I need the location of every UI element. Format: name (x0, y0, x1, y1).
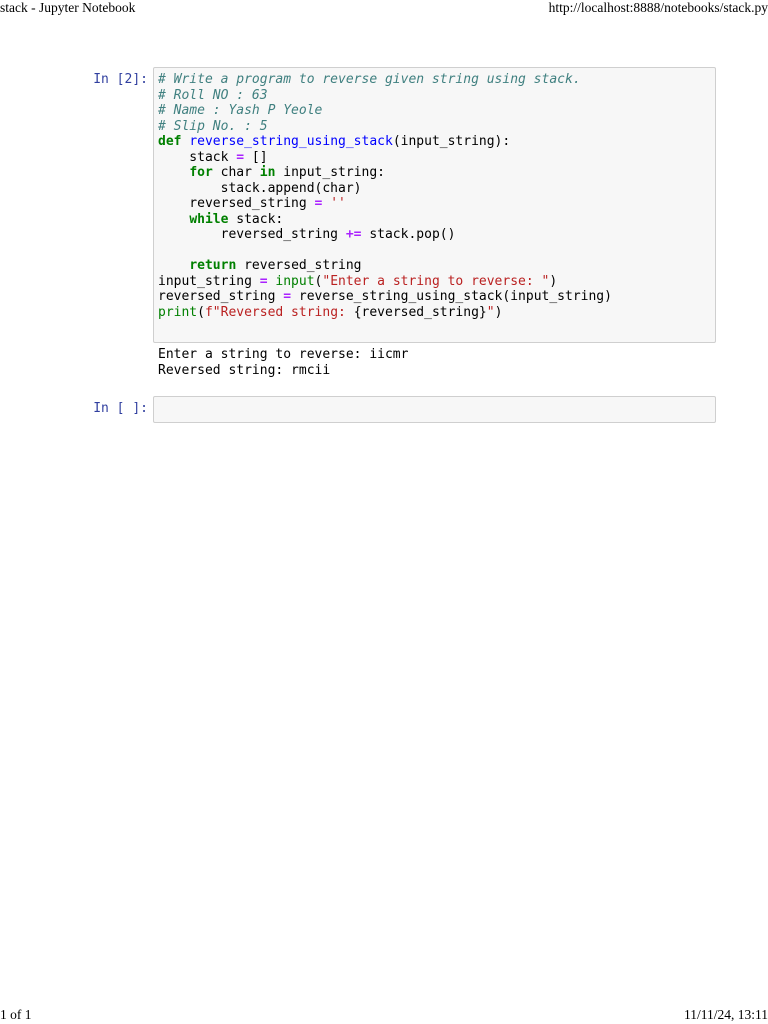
print-header-title: stack - Jupyter Notebook (0, 0, 136, 15)
code-line-1: # Write a program to reverse given strin… (158, 72, 581, 87)
cell-prompt: In [2]: (93, 72, 148, 87)
code-editor[interactable]: # Write a program to reverse given strin… (158, 72, 612, 320)
code-line-10: while stack: (189, 211, 284, 227)
code-line-4: # Slip No. : 5 (158, 118, 268, 134)
empty-code-input[interactable] (153, 396, 716, 423)
code-line-6: stack = [] (158, 149, 268, 165)
code-line-14: input_string = input("Enter a string to … (158, 273, 558, 289)
code-line-11: reversed_string += stack.pop() (158, 227, 456, 242)
code-line-9: reversed_string = '' (158, 196, 346, 211)
print-header-url: http://localhost:8888/notebooks/stack.py (548, 0, 768, 15)
code-line-5: def reverse_string_using_stack(input_str… (158, 134, 511, 149)
output-line-1: Enter a string to reverse: iicmr (158, 347, 409, 362)
code-line-15: reversed_string = reverse_string_using_s… (158, 289, 612, 304)
code-line-2: # Roll NO : 63 (158, 87, 268, 103)
cell-output: Enter a string to reverse: iicmr Reverse… (158, 347, 408, 378)
code-line-3: # Name : Yash P Yeole (158, 103, 323, 118)
code-line-8: stack.append(char) (158, 180, 362, 196)
print-footer-page: 1 of 1 (0, 1007, 32, 1022)
cell-prompt: In [ ]: (93, 401, 148, 416)
code-line-16: print(f"Reversed string: {reversed_strin… (158, 304, 503, 320)
code-line-7: for char in input_string: (189, 165, 385, 180)
code-line-13: return reversed_string (189, 258, 362, 273)
output-line-2: Reversed string: rmcii (158, 362, 331, 378)
print-footer-datetime: 11/11/24, 13:11 (684, 1007, 768, 1022)
